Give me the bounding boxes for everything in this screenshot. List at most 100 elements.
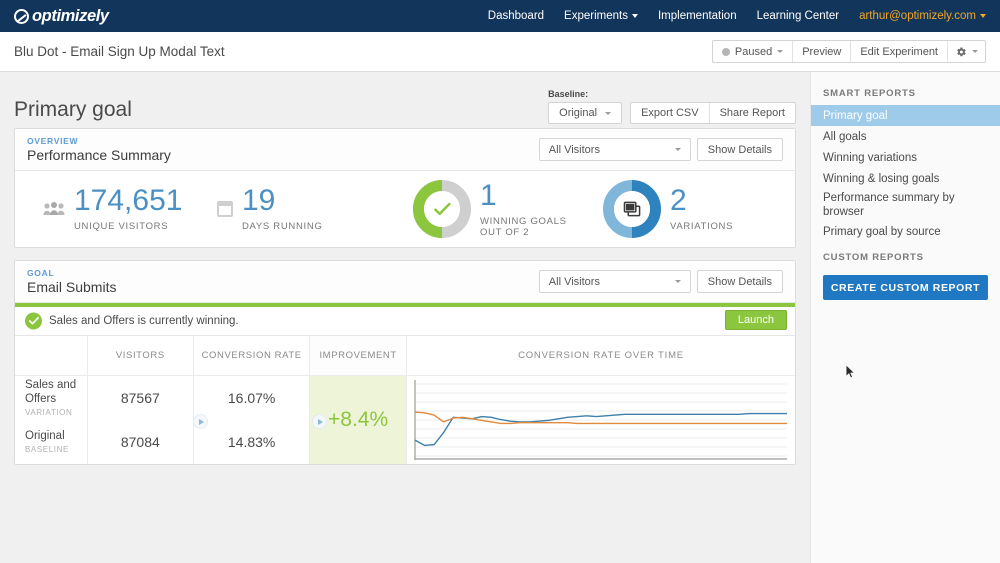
check-circle-icon	[25, 312, 42, 330]
create-custom-report-label: CREATE CUSTOM REPORT	[830, 281, 981, 294]
goal-kicker: GOAL	[27, 268, 55, 278]
overview-audience-dropdown[interactable]: All Visitors	[538, 138, 691, 161]
report-actions: Export CSV Share Report	[630, 102, 796, 124]
reports-sidebar: SMART REPORTS Primary goal All goals Win…	[810, 72, 1000, 563]
goal-audience-dropdown[interactable]: All Visitors	[538, 270, 691, 293]
page-title-row: Primary goal Baseline: Original Export C…	[14, 72, 796, 128]
winning-goals-value: 1	[480, 178, 497, 212]
expand-conversion-rate-button[interactable]	[312, 414, 327, 429]
settings-menu-button[interactable]	[948, 41, 985, 62]
edit-experiment-button[interactable]: Edit Experiment	[851, 41, 948, 62]
optimizely-logo[interactable]: optimizely	[14, 7, 109, 26]
days-running-value: 19	[242, 184, 276, 217]
column-header-variation	[15, 336, 87, 376]
performance-summary-header: OVERVIEW Performance Summary All Visitor…	[15, 129, 795, 171]
goal-show-details-button[interactable]: Show Details	[696, 270, 783, 293]
baseline-dropdown[interactable]: Original	[548, 102, 623, 124]
preview-label: Preview	[802, 45, 842, 58]
optimizely-logo-text: optimizely	[32, 6, 109, 25]
sidebar-item-label: Winning & losing goals	[823, 172, 940, 185]
row-0-conversion-rate: 16.07%	[227, 390, 276, 406]
sidebar-item-winning-variations[interactable]: Winning variations	[811, 147, 1000, 168]
main-content: Primary goal Baseline: Original Export C…	[0, 72, 810, 563]
nav-link-learning-center[interactable]: Learning Center	[757, 10, 839, 22]
smart-reports-heading: SMART REPORTS	[823, 88, 916, 99]
sidebar-item-performance-summary-by-browser[interactable]: Performance summary by browser	[811, 189, 1000, 221]
row-0-name: Sales and Offers	[25, 378, 77, 405]
chevron-down-icon	[605, 111, 612, 115]
goal-header: GOAL Email Submits All Visitors Show Det…	[15, 261, 795, 303]
winning-message: Sales and Offers is currently winning.	[49, 315, 239, 327]
status-label: Paused	[734, 45, 773, 58]
overview-header-actions: All Visitors Show Details	[538, 138, 783, 161]
column-header-conversion-rate: CONVERSION RATE	[194, 336, 310, 376]
chevron-down-icon	[674, 280, 681, 283]
sidebar-item-all-goals[interactable]: All goals	[811, 126, 1000, 147]
custom-reports-heading: CUSTOM REPORTS	[823, 252, 924, 263]
goal-title: Email Submits	[27, 279, 117, 295]
experiment-controls: Paused Preview Edit Experiment	[711, 40, 986, 63]
baseline-value: Original	[559, 107, 598, 119]
nav-link-experiments[interactable]: Experiments	[564, 10, 638, 22]
row-1-visitors: 87084	[120, 434, 160, 450]
play-triangle-icon	[317, 418, 323, 425]
row-1-conversion-rate: 14.83%	[227, 434, 276, 450]
play-triangle-icon	[198, 418, 204, 425]
conversion-rate-chart	[407, 376, 795, 464]
overview-stats-row: 174,651 UNIQUE VISITORS 19 DAYS RUNNING	[15, 171, 795, 247]
edit-experiment-label: Edit Experiment	[860, 45, 938, 58]
export-csv-button[interactable]: Export CSV	[631, 103, 710, 123]
goal-audience-value: All Visitors	[548, 275, 600, 288]
chevron-down-icon	[972, 50, 978, 53]
create-custom-report-button[interactable]: CREATE CUSTOM REPORT	[823, 275, 988, 300]
column-header-improvement: IMPROVEMENT	[310, 336, 406, 376]
nav-link-dashboard[interactable]: Dashboard	[488, 10, 544, 22]
overview-kicker: OVERVIEW	[27, 136, 79, 146]
nav-link-user-account[interactable]: arthur@optimizely.com	[859, 10, 986, 22]
table-row: Original BASELINE	[15, 420, 87, 464]
page-actions: Baseline: Original Export CSV Share Repo…	[548, 89, 796, 124]
sidebar-item-label: Primary goal by source	[823, 225, 941, 238]
sidebar-item-primary-goal[interactable]: Primary goal	[811, 105, 1000, 126]
variations-icon-wrap	[614, 191, 650, 227]
status-dropdown[interactable]: Paused	[713, 41, 794, 62]
stat-unique-visitors: 174,651 UNIQUE VISITORS	[21, 186, 217, 232]
results-column-conversion-rate: CONVERSION RATE 16.07% 14.83%	[194, 336, 311, 464]
top-nav-links: Dashboard Experiments Implementation Lea…	[488, 10, 986, 22]
experiment-subheader: Blu Dot - Email Sign Up Modal Text Pause…	[0, 32, 1000, 72]
sidebar-item-label: Primary goal	[823, 109, 888, 122]
row-0-visitors: 87567	[120, 390, 160, 406]
stat-winning-goals: 1 WINNING GOALS OUT OF 2	[413, 180, 603, 238]
stat-days-running: 19 DAYS RUNNING	[217, 186, 413, 232]
status-dot-icon	[721, 47, 730, 56]
user-email-label: arthur@optimizely.com	[859, 10, 976, 22]
preview-button[interactable]: Preview	[793, 41, 852, 62]
overview-audience-value: All Visitors	[548, 143, 600, 156]
results-table: Sales and Offers VARIATION Original BASE…	[15, 335, 795, 464]
nav-link-experiments-label: Experiments	[564, 10, 628, 22]
chevron-down-icon	[777, 50, 784, 53]
goal-header-actions: All Visitors Show Details	[538, 270, 783, 293]
expand-visitors-button[interactable]	[193, 414, 208, 429]
nav-link-implementation[interactable]: Implementation	[658, 10, 737, 22]
share-report-button[interactable]: Share Report	[710, 103, 795, 123]
launch-button[interactable]: Launch	[724, 310, 787, 330]
page-body: Primary goal Baseline: Original Export C…	[0, 72, 1000, 563]
sidebar-item-primary-goal-by-source[interactable]: Primary goal by source	[811, 221, 1000, 242]
variations-donut	[603, 180, 661, 238]
results-column-chart: CONVERSION RATE OVER TIME	[407, 336, 795, 464]
winning-goals-sublabel: OUT OF 2	[480, 226, 530, 238]
winning-goals-label: WINNING GOALS	[480, 215, 567, 227]
sidebar-item-winning-losing-goals[interactable]: Winning & losing goals	[811, 168, 1000, 189]
sidebar-item-label: Performance summary by browser	[823, 191, 955, 218]
conversion-rate-sparkline	[414, 380, 787, 460]
variations-value: 2	[670, 184, 687, 217]
optimizely-results-page: optimizely Dashboard Experiments Impleme…	[0, 0, 1000, 563]
variations-label: VARIATIONS	[670, 221, 734, 232]
baseline-label: Baseline:	[548, 89, 589, 99]
overview-show-details-button[interactable]: Show Details	[696, 138, 783, 161]
chart-title: CONVERSION RATE OVER TIME	[407, 336, 795, 376]
table-row: Sales and Offers VARIATION	[15, 376, 87, 420]
goal-card: GOAL Email Submits All Visitors Show Det…	[14, 260, 796, 465]
share-report-label: Share Report	[719, 107, 785, 119]
